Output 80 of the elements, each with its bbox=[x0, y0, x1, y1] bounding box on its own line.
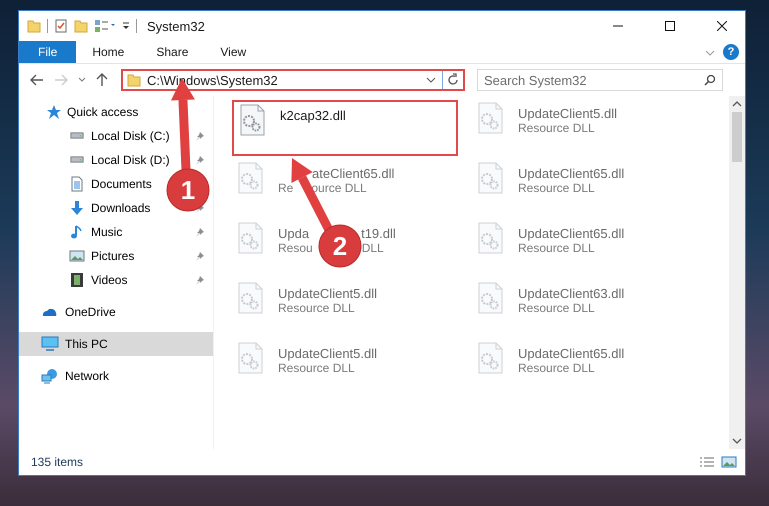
callout-badge: 2 bbox=[318, 224, 362, 268]
nav-item[interactable]: Videos bbox=[19, 268, 213, 292]
file-type: Resource DLL bbox=[518, 121, 596, 135]
file-name: UpdateClient65.dll bbox=[518, 226, 624, 241]
file-name: k2cap32.dll bbox=[280, 108, 346, 123]
nav-item[interactable]: Pictures bbox=[19, 244, 213, 268]
nav-item[interactable]: This PC bbox=[19, 332, 213, 356]
folder-icon bbox=[127, 73, 141, 87]
ribbon-tab[interactable]: Home bbox=[76, 41, 140, 63]
gear-file-icon bbox=[478, 162, 502, 194]
file-type: Re bbox=[278, 181, 294, 195]
file-name: UpdateClient5.dll bbox=[278, 286, 378, 301]
dropdown-arrow-icon[interactable] bbox=[122, 21, 130, 31]
drive-icon bbox=[69, 156, 85, 163]
gear-file-icon bbox=[478, 222, 502, 254]
minimize-icon[interactable] bbox=[613, 25, 623, 27]
file-name: t19.dll bbox=[361, 226, 396, 241]
file-type: Resource DLL bbox=[518, 241, 596, 255]
file-name: Upda bbox=[278, 226, 310, 241]
address-field[interactable]: C:\Windows\System32 bbox=[121, 69, 465, 91]
file-type: DLL bbox=[362, 241, 384, 255]
ribbon-tab[interactable]: Share bbox=[140, 41, 204, 63]
pin-icon[interactable] bbox=[195, 275, 205, 285]
network-icon bbox=[41, 368, 59, 384]
drive-icon bbox=[69, 132, 85, 139]
close-icon[interactable] bbox=[717, 21, 727, 31]
large-icons-view-icon[interactable] bbox=[721, 456, 737, 468]
item-count: 135 items bbox=[31, 455, 84, 469]
star-icon bbox=[45, 104, 61, 120]
pin-icon[interactable] bbox=[195, 251, 205, 261]
pin-icon[interactable] bbox=[195, 227, 205, 237]
file-name: UpdateClient5.dll bbox=[518, 106, 618, 121]
gear-file-icon bbox=[238, 282, 262, 314]
file-name: UpdateClient65.dll bbox=[518, 166, 624, 181]
down-arrow-icon bbox=[69, 200, 85, 216]
picture-icon bbox=[69, 248, 85, 264]
file-type: Resource DLL bbox=[518, 361, 596, 375]
gear-file-icon bbox=[240, 104, 264, 136]
scroll-up-icon[interactable] bbox=[732, 100, 742, 108]
file-item[interactable]: k2cap32.dll bbox=[232, 100, 458, 156]
nav-item[interactable]: Network bbox=[19, 364, 213, 388]
pin-icon[interactable] bbox=[195, 155, 205, 165]
file-name: UpdateClient5.dll bbox=[278, 346, 378, 361]
scroll-thumb[interactable] bbox=[732, 112, 742, 162]
file-type: Resource DLL bbox=[518, 301, 596, 315]
maximize-icon[interactable] bbox=[665, 21, 675, 31]
details-view-icon[interactable] bbox=[699, 456, 715, 468]
file-type: Resou bbox=[278, 241, 313, 255]
gear-file-icon bbox=[478, 282, 502, 314]
gear-file-icon bbox=[478, 342, 502, 374]
monitor-icon bbox=[41, 336, 59, 352]
properties-icon[interactable] bbox=[54, 19, 68, 33]
gear-file-icon bbox=[478, 102, 502, 134]
search-field[interactable]: Search System32 bbox=[477, 69, 723, 91]
scrollbar[interactable] bbox=[729, 96, 745, 449]
gear-file-icon bbox=[238, 222, 262, 254]
scroll-down-icon[interactable] bbox=[732, 437, 742, 445]
file-name: UpdateClient63.dll bbox=[518, 286, 624, 301]
callout-badge: 1 bbox=[166, 168, 210, 212]
nav-item[interactable]: Local Disk (C:) bbox=[19, 124, 213, 148]
chevron-down-icon[interactable] bbox=[426, 77, 436, 83]
search-icon[interactable] bbox=[704, 74, 716, 86]
nav-item[interactable]: Quick access bbox=[19, 100, 213, 124]
ribbon-tab[interactable]: View bbox=[204, 41, 262, 63]
gear-file-icon bbox=[238, 342, 262, 374]
help-button[interactable]: ? bbox=[723, 44, 739, 60]
file-name: ateClient65.dll bbox=[312, 166, 394, 181]
nav-item[interactable]: Music bbox=[19, 220, 213, 244]
pin-icon[interactable] bbox=[195, 131, 205, 141]
film-icon bbox=[69, 272, 85, 288]
document-icon bbox=[69, 176, 85, 192]
view-list-icon[interactable] bbox=[94, 19, 116, 33]
gear-file-icon bbox=[238, 162, 262, 194]
ribbon-tab[interactable]: File bbox=[19, 41, 76, 63]
file-type: Resource DLL bbox=[278, 361, 356, 375]
file-type: Resource DLL bbox=[278, 301, 356, 315]
window-title: System32 bbox=[147, 18, 205, 34]
nav-item[interactable]: OneDrive bbox=[19, 300, 213, 324]
file-name: UpdateClient65.dll bbox=[518, 346, 624, 361]
file-type: Resource DLL bbox=[518, 181, 596, 195]
